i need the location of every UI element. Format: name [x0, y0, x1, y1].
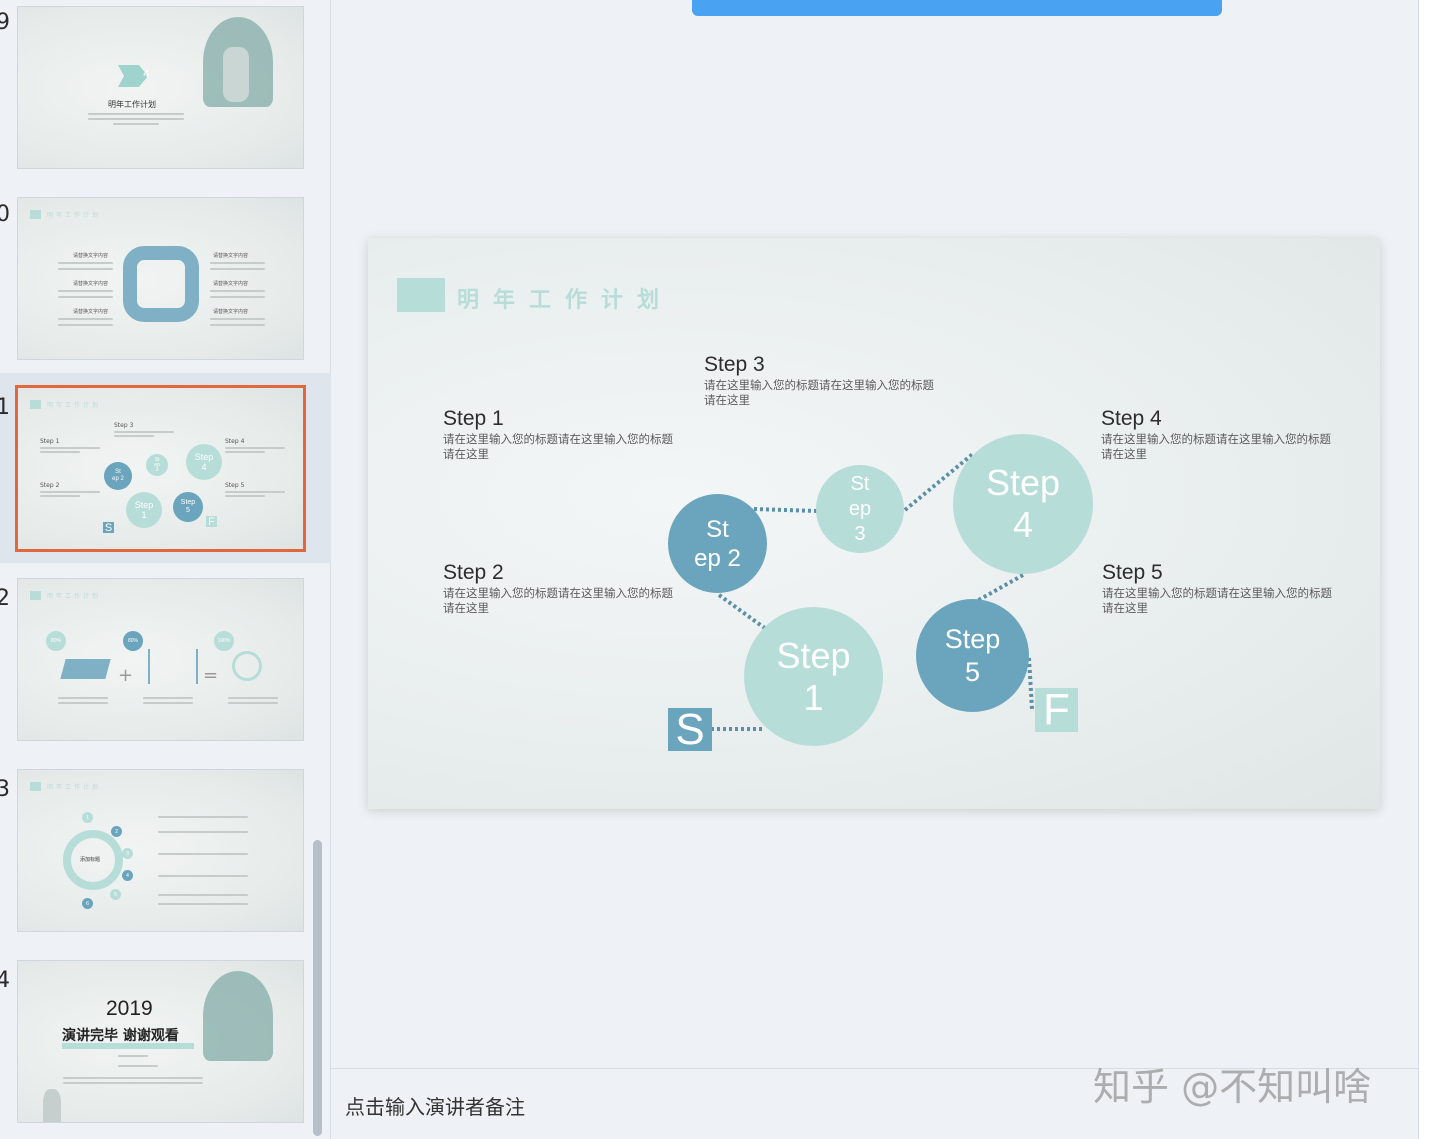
slide-number: 9	[0, 10, 10, 35]
watermark: 知乎 @不知叫啥	[1093, 1065, 1372, 1109]
thumb-header: 明年工作计划	[47, 593, 102, 600]
right-panel-edge	[1418, 0, 1440, 1139]
slide-number: 1	[0, 395, 10, 420]
heptagon-shape	[123, 246, 199, 322]
slide-thumbnail[interactable]: 4 明年工作计划	[17, 6, 304, 169]
slide-thumbnail[interactable]: 明年工作计划 添加标题 1 2 3 4 5 6	[17, 769, 304, 932]
thumb-header: 明年工作计划	[47, 784, 102, 791]
thumb-header: 明年工作计划	[47, 402, 102, 409]
equals-icon: =	[203, 665, 219, 686]
slide-canvas[interactable]: 明年工作计划 Step 3 请在这里输入您的标题请在这里输入您的标题请在这里 S…	[368, 238, 1380, 809]
thumb-caption: 明年工作计划	[108, 100, 156, 109]
speaker-notes-placeholder[interactable]: 点击输入演讲者备注	[345, 1091, 525, 1120]
step-3-circle[interactable]: St ep 3	[816, 465, 904, 553]
badge-number: 4	[143, 69, 150, 80]
mini-finish-letter: F	[206, 516, 217, 528]
solar-panel-icon	[60, 659, 111, 679]
start-letter-box[interactable]: S	[668, 705, 712, 754]
slide-number: 2	[0, 586, 10, 611]
plug-icon	[232, 651, 262, 681]
slide-thumbnail-selected[interactable]: 明年工作计划 Step 3 Step 1 Step 4 Step 2 Step …	[15, 385, 306, 552]
vase-icon	[43, 1089, 61, 1122]
mini-circle: St ep 2	[104, 462, 132, 490]
plus-icon: +	[118, 665, 134, 686]
slide-number: 4	[0, 968, 10, 993]
thumbnail-scrollbar[interactable]	[313, 840, 322, 1136]
finish-letter-box[interactable]: F	[1035, 685, 1078, 734]
slide-thumbnail[interactable]: 明年工作计划 80% 80% 100% + =	[17, 578, 304, 741]
wind-turbine-icon	[148, 649, 198, 684]
slide-thumbnail-panel: 9 4 明年工作计划 0 明年工作计划 请替换文字内容 请替换文字内容 请替换文…	[0, 0, 331, 1139]
slide-thumbnail[interactable]: 2019 演讲完毕 谢谢观看	[17, 960, 304, 1123]
step-4-circle[interactable]: Step 4	[953, 434, 1093, 574]
top-action-button[interactable]	[692, 0, 1222, 16]
mini-circle: Step 1	[126, 492, 162, 528]
step-2-circle[interactable]: St ep 2	[668, 494, 767, 593]
mini-circle: Step 5	[173, 492, 203, 522]
mini-circle: Step 4	[186, 444, 222, 480]
slide-number: 0	[0, 202, 10, 227]
step-1-circle[interactable]: Step 1	[744, 607, 883, 746]
mini-start-letter: S	[103, 521, 114, 534]
mini-circle: St ep 3	[146, 454, 168, 476]
step-5-circle[interactable]: Step 5	[916, 599, 1029, 712]
slide-number: 3	[0, 777, 10, 802]
figure-illustration	[203, 971, 273, 1061]
slide-thumbnail[interactable]: 明年工作计划 请替换文字内容 请替换文字内容 请替换文字内容 请替换文字内容 请…	[17, 197, 304, 360]
thumb-header: 明年工作计划	[47, 212, 102, 219]
